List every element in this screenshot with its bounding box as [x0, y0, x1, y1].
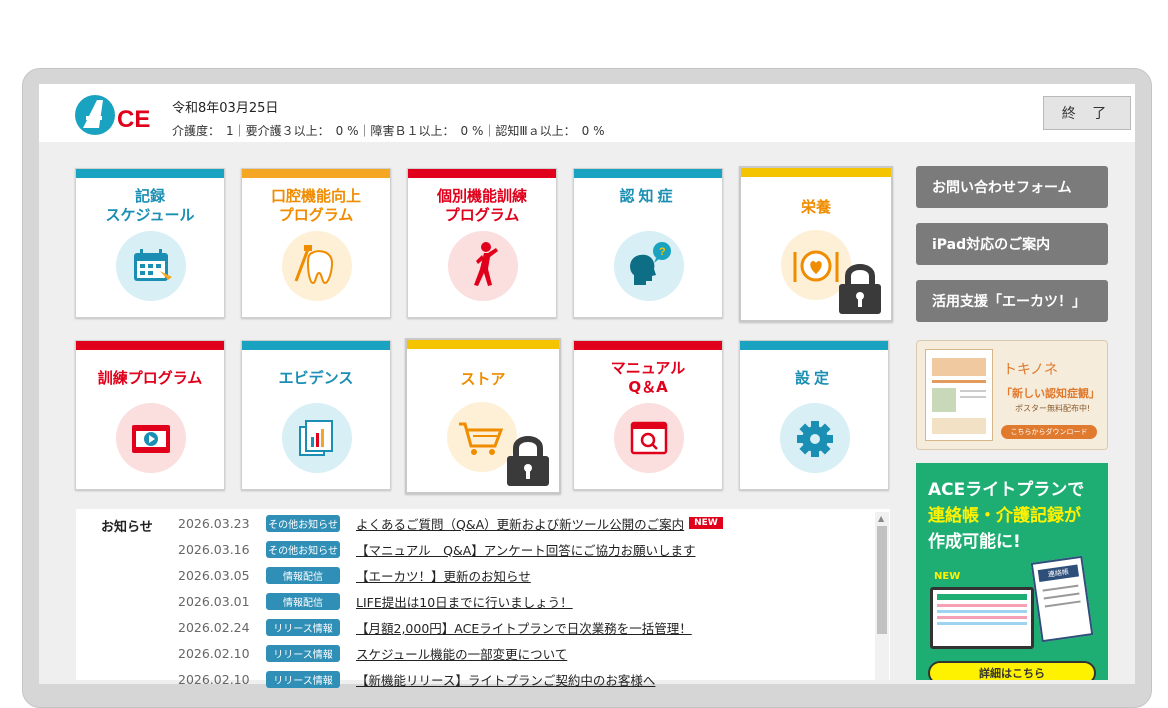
news-category-badge: その他お知らせ — [266, 514, 340, 532]
tile-bar — [407, 340, 559, 349]
news-item: 2026.03.05 情報配信 【エーカツ！】更新のお知らせ — [178, 566, 531, 584]
tile-training-program[interactable]: 訓練プログラム — [75, 340, 225, 490]
new-tag: NEW — [934, 571, 961, 582]
tile-title: 口腔機能向上 プログラム — [270, 187, 361, 224]
tile-settings[interactable]: 設定 — [739, 340, 889, 490]
news-item: 2026.02.24 リリース情報 【月額2,000円】ACEライトプランで日次業務… — [178, 618, 692, 636]
scroll-up-icon[interactable]: ▲ — [878, 514, 884, 523]
tile-store[interactable]: ストア — [405, 338, 561, 494]
tile-title: 設定 — [794, 369, 833, 387]
banner-brand: トキノネ — [1003, 362, 1059, 378]
gear-icon — [780, 403, 850, 473]
tile-nutrition[interactable]: 栄養 — [739, 166, 893, 322]
tile-title: ストア — [460, 370, 506, 388]
news-date: 2026.03.05 — [178, 567, 250, 583]
tile-title: 記録 スケジュール — [105, 187, 195, 224]
news-date: 2026.02.24 — [178, 619, 250, 635]
notebook-illustration: 連絡帳 — [1030, 555, 1094, 643]
news-item: 2026.03.23 その他お知らせ よくあるご質問（Q&A）更新および新ツール公開… — [178, 514, 723, 532]
lock-icon — [507, 436, 549, 486]
news-category-badge: リリース情報 — [266, 644, 340, 662]
poster-thumbnail — [925, 349, 993, 441]
tile-dementia[interactable]: 認知症 ? — [573, 168, 723, 318]
banner-headline: 「新しい認知症観」 — [1001, 387, 1100, 400]
tile-oral-function[interactable]: 口腔機能向上 プログラム — [241, 168, 391, 318]
tile-bar — [76, 169, 224, 178]
lock-icon — [839, 264, 881, 314]
tile-title: マニュアル Q＆A — [610, 359, 686, 396]
svg-text:?: ? — [659, 246, 666, 258]
news-date: 2026.03.16 — [178, 541, 250, 557]
news-category-badge: 情報配信 — [266, 592, 340, 610]
manual-icon — [614, 403, 684, 473]
video-icon — [116, 403, 186, 473]
tooth-icon — [282, 231, 352, 301]
tile-bar — [242, 169, 390, 178]
calendar-icon — [116, 231, 186, 301]
news-title-link[interactable]: 【マニュアル Q&A】アンケート回答にご協力お願いします — [356, 540, 696, 559]
news-item: 2026.03.01 情報配信 LIFE提出は10日までに行いましょう！ — [178, 592, 573, 610]
ipad-guide-button[interactable]: iPad対応のご案内 — [916, 223, 1108, 265]
tile-title: エビデンス — [278, 369, 354, 387]
tile-individual-training[interactable]: 個別機能訓練 プログラム — [407, 168, 557, 318]
tile-bar — [574, 341, 722, 350]
banner-line1: ACEライトプランで — [928, 480, 1085, 500]
download-button[interactable]: こちらからダウンロード — [1001, 425, 1097, 439]
news-title-link[interactable]: スケジュール機能の一部変更について — [356, 644, 567, 663]
report-icon — [282, 403, 352, 473]
news-item: 2026.02.10 リリース情報 【新機能リリース】ライトプランご契約中のお客様へ — [178, 670, 655, 688]
scroll-thumb[interactable] — [877, 526, 887, 634]
tile-bar — [76, 341, 224, 350]
banner-line2: 連絡帳・介護記録が — [928, 506, 1081, 526]
news-category-badge: リリース情報 — [266, 618, 340, 636]
news-label: お知らせ — [101, 520, 153, 535]
svg-text:CE: CE — [117, 106, 150, 133]
end-button[interactable]: 終 了 — [1043, 96, 1131, 130]
tile-title: 個別機能訓練 プログラム — [436, 187, 527, 224]
details-button[interactable]: 詳細はこちら — [928, 661, 1096, 680]
tile-bar — [740, 341, 888, 350]
tile-title: 訓練プログラム — [97, 369, 203, 387]
exercise-icon — [448, 231, 518, 301]
contact-form-button[interactable]: お問い合わせフォーム — [916, 166, 1108, 208]
tile-title: 認知症 — [619, 187, 677, 205]
banner-line3: 作成可能に! — [928, 532, 1021, 552]
news-title-link[interactable]: 【エーカツ！】更新のお知らせ — [356, 566, 531, 585]
laptop-illustration — [930, 587, 1034, 649]
news-title-link[interactable]: 【新機能リリース】ライトプランご契約中のお客様へ — [356, 670, 655, 689]
news-date: 2026.03.01 — [178, 593, 250, 609]
banner-sub: ポスター無料配布中! — [1015, 404, 1091, 413]
tile-title: 栄養 — [800, 198, 831, 216]
tile-evidence[interactable]: エビデンス — [241, 340, 391, 490]
new-badge: NEW — [689, 517, 723, 529]
tile-bar — [574, 169, 722, 178]
tile-bar — [408, 169, 556, 178]
news-date: 2026.03.23 — [178, 515, 250, 531]
news-title-link[interactable]: よくあるご質問（Q&A）更新および新ツール公開のご案内 — [356, 514, 684, 533]
current-date: 令和8年03月25日 — [172, 101, 279, 116]
tile-manual-qa[interactable]: マニュアル Q＆A — [573, 340, 723, 490]
dementia-poster-banner[interactable]: トキノネ 「新しい認知症観」 ポスター無料配布中! こちらからダウンロード — [916, 340, 1108, 450]
news-category-badge: 情報配信 — [266, 566, 340, 584]
thinking-head-icon: ? — [614, 231, 684, 301]
ace-light-plan-banner[interactable]: ACEライトプランで 連絡帳・介護記録が 作成可能に! NEW 連絡帳 詳細はこ… — [916, 463, 1108, 680]
news-date: 2026.02.10 — [178, 645, 250, 661]
news-title-link[interactable]: LIFE提出は10日までに行いましょう！ — [356, 592, 573, 611]
news-item: 2026.03.16 その他お知らせ 【マニュアル Q&A】アンケート回答にご協力お… — [178, 540, 696, 558]
news-date: 2026.02.10 — [178, 671, 250, 687]
ace-logo: CE — [75, 95, 150, 135]
notebook-tag: 連絡帳 — [1037, 564, 1080, 582]
news-item: 2026.02.10 リリース情報 スケジュール機能の一部変更について — [178, 644, 567, 662]
news-category-badge: その他お知らせ — [266, 540, 340, 558]
news-scrollbar[interactable]: ▲ — [875, 512, 889, 680]
news-category-badge: リリース情報 — [266, 670, 340, 688]
tile-record-schedule[interactable]: 記録 スケジュール — [75, 168, 225, 318]
care-stats: 介護度： 1｜要介護３以上： 0 %｜障害Ｂ１以上： 0 %｜認知Ⅲａ以上： 0… — [172, 124, 605, 138]
tile-bar — [242, 341, 390, 350]
news-title-link[interactable]: 【月額2,000円】ACEライトプランで日次業務を一括管理！ — [356, 618, 692, 637]
tile-bar — [741, 168, 891, 177]
acatsu-support-button[interactable]: 活用支援「エーカツ！」 — [916, 280, 1108, 322]
